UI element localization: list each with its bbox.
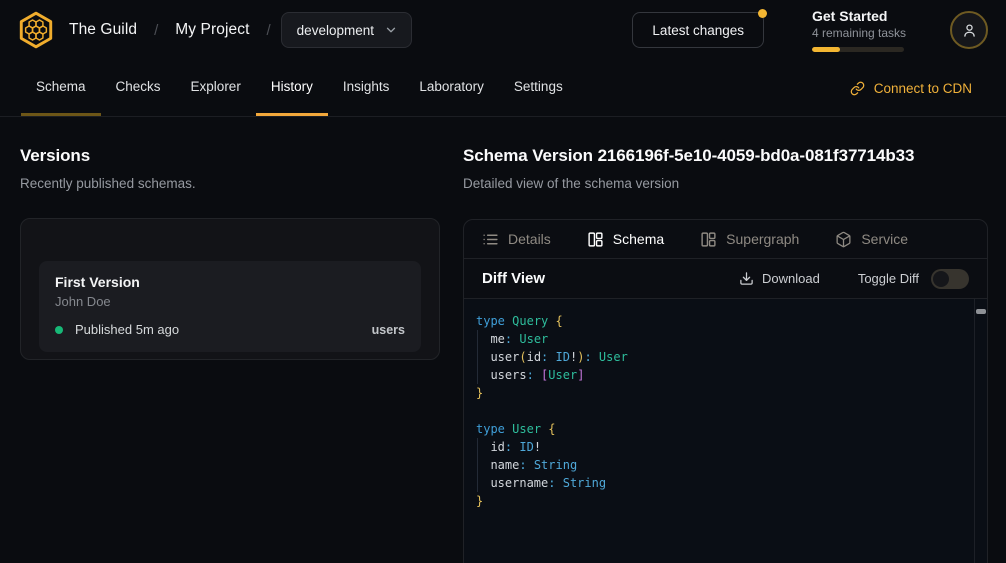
user-avatar[interactable] (950, 11, 988, 49)
versions-list-card: First Version John Doe Published 5m ago … (20, 218, 440, 360)
toggle-knob (933, 271, 949, 287)
code-line: } (476, 384, 961, 402)
latest-changes-label: Latest changes (652, 23, 744, 38)
code-line: me: User (476, 330, 961, 348)
versions-title: Versions (20, 145, 440, 167)
detail-tab-supergraph[interactable]: Supergraph (700, 231, 799, 248)
connect-to-cdn-button[interactable]: Connect to CDN (850, 60, 972, 116)
detail-tab-label: Service (861, 231, 908, 247)
breadcrumb-org[interactable]: The Guild (69, 21, 137, 39)
code-line: user(id: ID!): User (476, 348, 961, 366)
code-line: } (476, 492, 961, 510)
version-detail-section: Schema Version 2166196f-5e10-4059-bd0a-0… (463, 145, 988, 563)
detail-tab-label: Schema (613, 231, 664, 247)
nav-tab-schema[interactable]: Schema (21, 60, 101, 116)
get-started-progress-bar (812, 47, 904, 52)
code-line: type User { (476, 420, 961, 438)
nav-tab-checks[interactable]: Checks (101, 60, 176, 116)
diff-view-title: Diff View (482, 270, 545, 287)
code-scrollbar-track[interactable] (974, 299, 987, 563)
download-icon (739, 271, 754, 286)
columns-icon (700, 231, 717, 248)
version-name: First Version (55, 274, 405, 290)
diff-toolbar: Diff View Download Toggle Diff (464, 259, 987, 299)
detail-tab-label: Details (508, 231, 551, 247)
connect-to-cdn-label: Connect to CDN (874, 81, 972, 96)
nav-tab-history[interactable]: History (256, 60, 328, 116)
schema-code-viewer[interactable]: type Query { me: User user(id: ID!): Use… (464, 299, 987, 563)
detail-tab-service[interactable]: Service (835, 231, 908, 248)
get-started-widget[interactable]: Get Started 4 remaining tasks (812, 8, 904, 52)
service-badge: users (372, 323, 405, 337)
notification-dot (758, 9, 767, 18)
download-label: Download (762, 271, 820, 286)
schema-version-subtitle: Detailed view of the schema version (463, 175, 988, 193)
breadcrumb-project[interactable]: My Project (175, 21, 249, 39)
version-detail-tabs: Details Schema Supergraph Service (464, 220, 987, 259)
nav-tab-explorer[interactable]: Explorer (176, 60, 256, 116)
code-line: name: String (476, 456, 961, 474)
nav-tab-settings[interactable]: Settings (499, 60, 578, 116)
guild-hive-logo-icon[interactable] (16, 10, 56, 50)
environment-select-value: development (297, 23, 374, 38)
code-line: users: [User] (476, 366, 961, 384)
breadcrumb: The Guild / My Project / (69, 21, 271, 39)
detail-tab-label: Supergraph (726, 231, 799, 247)
breadcrumb-separator: / (267, 22, 271, 39)
published-status-dot (55, 326, 63, 334)
chevron-down-icon (384, 23, 398, 37)
target-nav: SchemaChecksExplorerHistoryInsightsLabor… (0, 60, 1006, 117)
version-list-item[interactable]: First Version John Doe Published 5m ago … (39, 261, 421, 352)
versions-subtitle: Recently published schemas. (20, 175, 440, 193)
get-started-subtitle: 4 remaining tasks (812, 26, 904, 40)
code-line (476, 402, 961, 420)
breadcrumb-separator: / (154, 22, 158, 39)
version-detail-panel: Details Schema Supergraph Service Diff View… (463, 219, 988, 563)
detail-tab-details[interactable]: Details (482, 231, 551, 248)
published-status-text: Published 5m ago (75, 322, 179, 337)
code-line: username: String (476, 474, 961, 492)
download-button[interactable]: Download (739, 271, 820, 286)
latest-changes-button[interactable]: Latest changes (632, 12, 764, 48)
indent-guide (477, 330, 478, 384)
person-icon (961, 22, 978, 39)
environment-select[interactable]: development (281, 12, 412, 48)
top-header: The Guild / My Project / development Lat… (0, 0, 1006, 60)
link-icon (850, 81, 865, 96)
toggle-diff-label: Toggle Diff (858, 271, 919, 286)
schema-version-title: Schema Version 2166196f-5e10-4059-bd0a-0… (463, 145, 988, 167)
get-started-progress-fill (812, 47, 840, 52)
get-started-title: Get Started (812, 8, 904, 24)
versions-sidebar: Versions Recently published schemas. Fir… (20, 145, 440, 360)
detail-tab-schema[interactable]: Schema (587, 231, 664, 248)
code-line: id: ID! (476, 438, 961, 456)
nav-tab-laboratory[interactable]: Laboratory (404, 60, 499, 116)
version-author: John Doe (55, 294, 405, 309)
indent-guide (477, 438, 478, 492)
code-scrollbar-thumb[interactable] (976, 309, 986, 314)
columns-icon (587, 231, 604, 248)
graphql-schema-code: type Query { me: User user(id: ID!): Use… (464, 299, 987, 520)
nav-tabs: SchemaChecksExplorerHistoryInsightsLabor… (21, 60, 578, 116)
toggle-diff-switch[interactable] (931, 269, 969, 289)
nav-tab-insights[interactable]: Insights (328, 60, 405, 116)
list-icon (482, 231, 499, 248)
cube-icon (835, 231, 852, 248)
code-line: type Query { (476, 312, 961, 330)
